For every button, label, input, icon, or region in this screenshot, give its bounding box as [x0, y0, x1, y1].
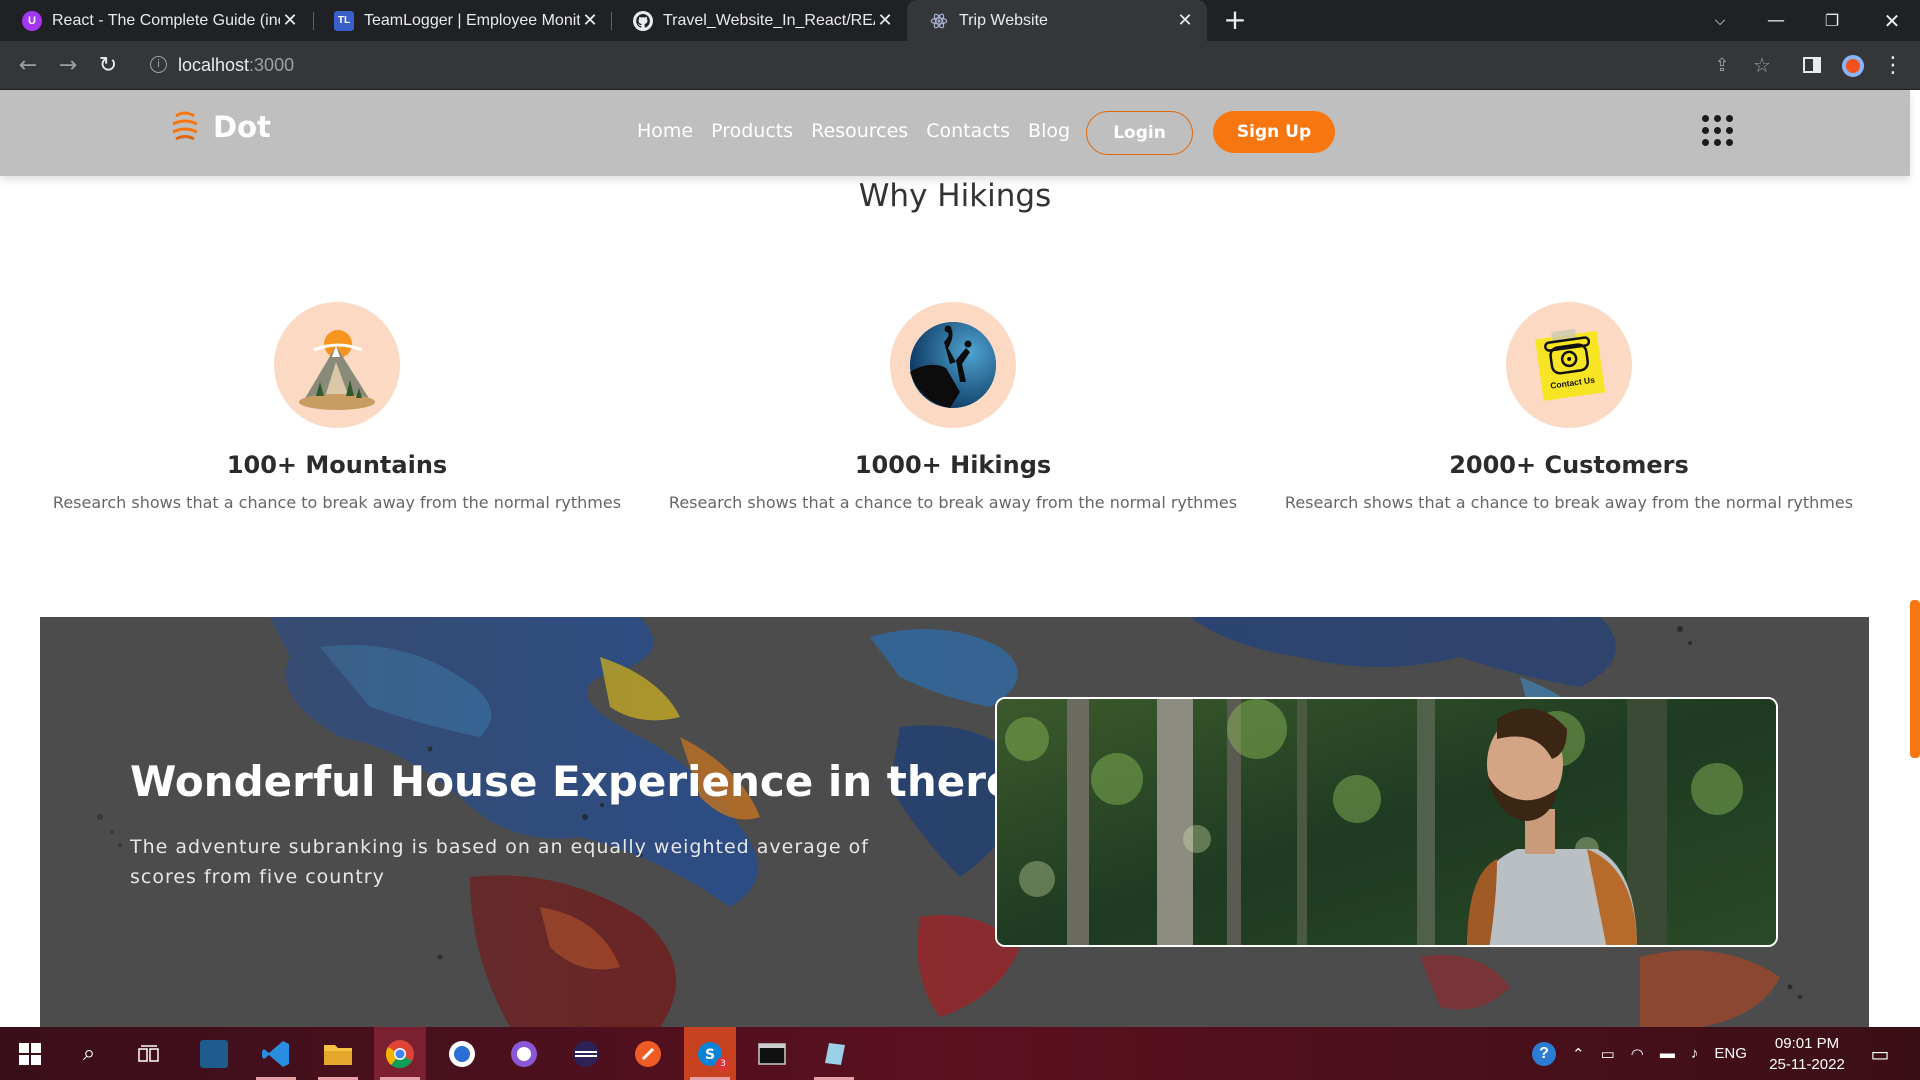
nav-home[interactable]: Home — [637, 120, 693, 142]
tab-title: TeamLogger | Employee Monitor — [364, 11, 580, 29]
window-close-button[interactable]: ✕ — [1864, 0, 1920, 41]
tab-github-readme[interactable]: Travel_Website_In_React/READM ✕ — [611, 0, 907, 41]
forward-arrow-icon[interactable]: → — [54, 51, 82, 79]
banner-title: Wonderful House Experience in there! — [130, 757, 1034, 806]
close-icon[interactable]: ✕ — [280, 10, 300, 31]
mountain-icon — [274, 302, 400, 428]
terminal-icon[interactable] — [746, 1027, 798, 1080]
minimize-button[interactable]: — — [1748, 0, 1804, 41]
brand-name: Dot — [213, 110, 271, 144]
nav-resources[interactable]: Resources — [811, 120, 908, 142]
browser-toolbar: ← → ↻ i localhost:3000 ⇪ ☆ ⋮ — [0, 41, 1920, 89]
feature-card: 1000+ Hikings Research shows that a chan… — [653, 302, 1253, 512]
svg-text:S: S — [705, 1047, 715, 1063]
close-icon[interactable]: ✕ — [580, 10, 600, 31]
search-icon[interactable]: ⌕ — [63, 1027, 115, 1080]
primary-nav: Home Products Resources Contacts Blog — [637, 120, 1070, 142]
address-bar[interactable]: i localhost:3000 — [138, 47, 1718, 83]
site-header: Dot Home Products Resources Contacts Blo… — [0, 90, 1910, 176]
help-icon[interactable]: ? — [1532, 1041, 1556, 1066]
file-explorer-icon[interactable] — [312, 1027, 364, 1080]
menu-kebab-icon[interactable]: ⋮ — [1879, 51, 1907, 79]
section-title: Why Hikings — [858, 178, 1052, 214]
feature-description: Research shows that a chance to break aw… — [1284, 493, 1854, 512]
clock-date: 25-11-2022 — [1769, 1056, 1845, 1073]
login-button[interactable]: Login — [1086, 111, 1193, 155]
tab-title: Trip Website — [959, 11, 1048, 29]
brand-logo[interactable]: Dot — [170, 110, 271, 144]
chevron-up-icon[interactable]: ⌃ — [1572, 1045, 1585, 1063]
url-text: localhost:3000 — [178, 55, 295, 75]
teamlogger-icon: TL — [334, 10, 354, 31]
experience-banner: Wonderful House Experience in there! The… — [40, 617, 1869, 1027]
feature-heading: 100+ Mountains — [226, 451, 448, 479]
vscode-icon[interactable] — [250, 1027, 302, 1080]
reload-icon[interactable]: ↻ — [94, 51, 122, 79]
scrollbar-thumb[interactable] — [1910, 600, 1920, 758]
feature-description: Research shows that a chance to break aw… — [52, 493, 622, 512]
profile-avatar[interactable] — [1840, 53, 1866, 79]
github-desktop-icon[interactable] — [498, 1027, 550, 1080]
contact-phone-icon: Contact Us — [1506, 302, 1632, 428]
clock[interactable]: 09:01 PM 25-11-2022 — [1762, 1033, 1852, 1075]
signup-button[interactable]: Sign Up — [1213, 111, 1335, 153]
wifi-icon[interactable]: ◠ — [1631, 1045, 1644, 1063]
feature-heading: 2000+ Customers — [1449, 451, 1689, 479]
restore-button[interactable]: ❐ — [1804, 0, 1860, 41]
eclipse-icon[interactable] — [560, 1027, 612, 1080]
tab-title: React - The Complete Guide (incl — [52, 11, 280, 29]
back-arrow-icon[interactable]: ← — [14, 51, 42, 79]
site-info-icon[interactable]: i — [150, 56, 167, 73]
banner-text: The adventure subranking is based on an … — [130, 836, 869, 888]
side-panel-icon[interactable] — [1798, 51, 1826, 79]
udemy-icon: U — [22, 10, 42, 31]
display-icon[interactable]: ▭ — [1601, 1045, 1615, 1063]
feature-description: Research shows that a chance to break aw… — [668, 493, 1238, 512]
page-scrollbar[interactable] — [1910, 90, 1920, 1027]
mysql-workbench-icon[interactable] — [188, 1027, 240, 1080]
postman-icon[interactable] — [622, 1027, 674, 1080]
close-icon[interactable]: ✕ — [1175, 10, 1195, 31]
react-icon — [929, 11, 949, 31]
bookmark-star-icon[interactable]: ☆ — [1748, 51, 1776, 79]
logo-icon — [172, 111, 198, 141]
skype-icon[interactable]: S 3 — [684, 1027, 736, 1080]
nav-blog[interactable]: Blog — [1028, 120, 1070, 142]
tab-trip-website[interactable]: Trip Website ✕ — [907, 0, 1207, 41]
volume-icon[interactable]: ♪ — [1691, 1045, 1699, 1062]
notification-badge: 3 — [716, 1057, 730, 1071]
windows-taskbar: ⌕ S 3 ? ⌃ ▭ ◠ ▬ ♪ ENG 09:01 PM 25-11-202… — [0, 1027, 1920, 1080]
clock-time: 09:01 PM — [1774, 1035, 1840, 1052]
new-tab-button[interactable]: + — [1220, 6, 1250, 36]
close-icon[interactable]: ✕ — [875, 10, 895, 31]
notifications-icon[interactable]: ▭ — [1854, 1027, 1906, 1080]
github-icon — [633, 10, 653, 31]
notes-app-icon[interactable] — [808, 1027, 860, 1080]
chrome-icon[interactable] — [374, 1027, 426, 1080]
feature-heading: 1000+ Hikings — [854, 451, 1052, 479]
hiker-icon — [890, 302, 1016, 428]
windows-start-icon[interactable] — [4, 1027, 56, 1080]
battery-icon[interactable]: ▬ — [1660, 1045, 1675, 1062]
browser-tab-strip: U React - The Complete Guide (incl ✕ TL … — [0, 0, 1920, 41]
hiker-forest-photo — [995, 697, 1778, 947]
vpn-app-icon[interactable] — [436, 1027, 488, 1080]
feature-card: Contact Us 2000+ Customers Research show… — [1269, 302, 1869, 512]
tab-teamlogger[interactable]: TL TeamLogger | Employee Monitor ✕ — [312, 0, 612, 41]
nav-products[interactable]: Products — [711, 120, 793, 142]
system-tray: ? ⌃ ▭ ◠ ▬ ♪ ENG — [1532, 1027, 1747, 1080]
task-view-icon[interactable] — [123, 1027, 175, 1080]
language-indicator[interactable]: ENG — [1714, 1045, 1747, 1062]
feature-card: 100+ Mountains Research shows that a cha… — [37, 302, 637, 512]
apps-grid-icon[interactable] — [1702, 115, 1733, 146]
tab-search-chevron-icon[interactable]: ⌵ — [1692, 0, 1748, 41]
share-icon[interactable]: ⇪ — [1708, 51, 1736, 79]
tab-react-guide[interactable]: U React - The Complete Guide (incl ✕ — [0, 0, 312, 41]
nav-contacts[interactable]: Contacts — [926, 120, 1010, 142]
tab-title: Travel_Website_In_React/READM — [663, 11, 875, 29]
